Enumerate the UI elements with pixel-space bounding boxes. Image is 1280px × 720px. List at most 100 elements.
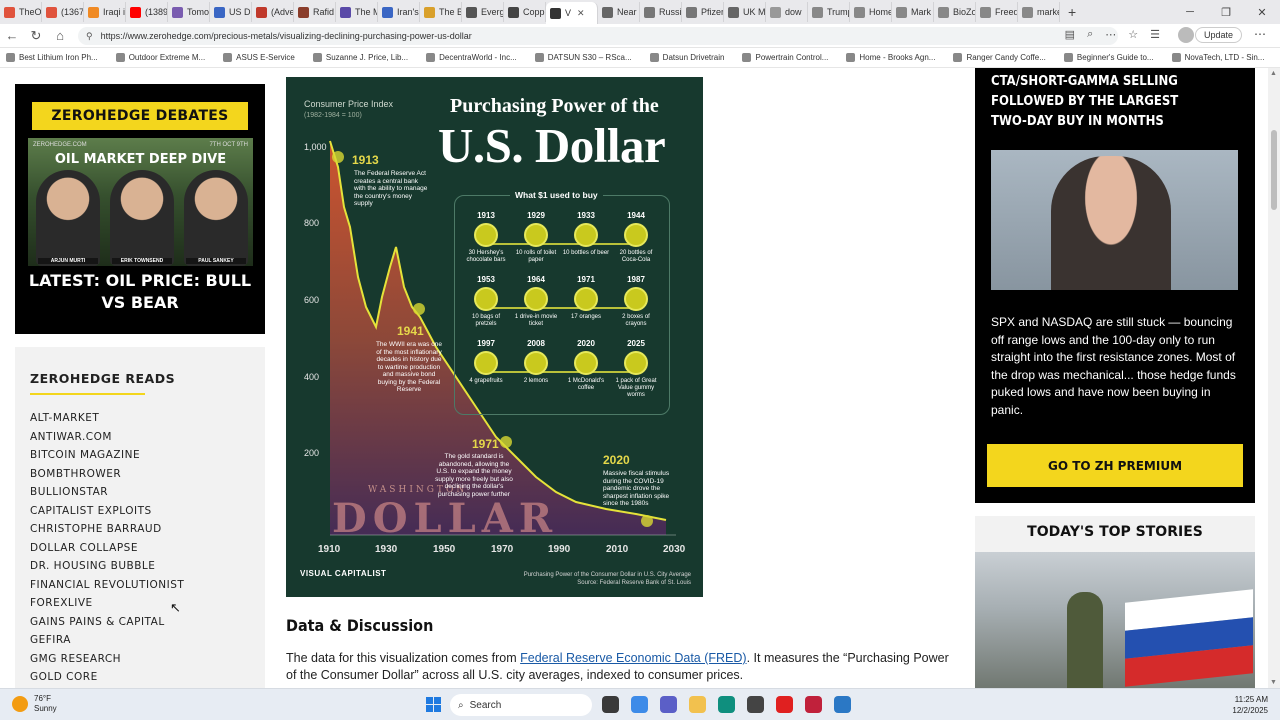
browser-tab[interactable]: TheO [0,2,42,22]
browser-tab[interactable]: marke [1018,2,1060,22]
close-window-icon[interactable]: ✕ [1244,6,1280,19]
bookmark-item[interactable]: Best Lithium Iron Ph... [6,53,98,62]
reads-link[interactable]: FINANCIAL REVOLUTIONIST [30,576,184,595]
browser-tab[interactable]: dow [766,2,808,22]
update-button[interactable]: Update [1194,27,1242,43]
reads-link[interactable]: GMG RESEARCH [30,650,184,669]
browser-tab[interactable]: The B [420,2,462,22]
debates-image[interactable]: ZEROHEDGE.COM 7TH OCT 9TH OIL MARKET DEE… [28,138,253,266]
reload-icon[interactable]: ↻ [24,28,48,44]
browser-tab[interactable]: Russi [640,2,682,22]
favorite-star-icon[interactable]: ☆ [1128,28,1138,41]
browser-tab[interactable]: The M [336,2,378,22]
fred-link[interactable]: Federal Reserve Economic Data (FRED) [520,651,746,665]
bookmark-item[interactable]: Outdoor Extreme M... [115,53,205,62]
extensions-icon[interactable]: ⋯ [1105,28,1116,41]
browser-tab[interactable]: UK M [724,2,766,22]
youtube-icon[interactable] [776,696,793,713]
browser-tab[interactable]: BioZo [934,2,976,22]
browser-tab[interactable]: Mark [892,2,934,22]
bookmark-item[interactable]: Ranger Candy Coffe... [953,53,1046,62]
store-icon[interactable] [747,696,764,713]
file-explorer-icon[interactable] [689,696,706,713]
copilot-icon[interactable] [631,696,648,713]
favorites-icon[interactable]: ☰ [1150,28,1160,41]
page-scrollbar[interactable]: ▲ ▼ [1268,68,1280,688]
app-icon[interactable] [834,696,851,713]
minimize-icon[interactable]: ─ [1172,6,1208,18]
bookmark-item[interactable]: ASUS E-Service [223,53,295,62]
reads-link[interactable]: ALT-MARKET [30,409,184,428]
taskbar-search[interactable]: ⌕ Search [450,694,592,716]
teams-icon[interactable] [660,696,677,713]
reads-link[interactable]: GOLD CORE [30,668,184,687]
reads-link[interactable]: GEFIRA [30,631,184,650]
bookmark-item[interactable]: Beginner's Guide to... [1063,53,1154,62]
restore-icon[interactable]: ❐ [1208,6,1244,19]
site-info-icon[interactable]: ⚲ [86,31,93,42]
browser-tab[interactable]: US D [210,2,252,22]
windows-start-icon[interactable] [426,697,441,712]
premium-headline[interactable]: CTA/SHORT-GAMMA SELLING FOLLOWED BY THE … [991,72,1216,132]
browser-tab[interactable]: Tomo [168,2,210,22]
reads-link[interactable]: BULLIONSTAR [30,483,184,502]
browser-tab[interactable]: (Adve [252,2,294,22]
address-bar[interactable]: ⚲ https://www.zerohedge.com/precious-met… [78,27,1118,45]
new-tab-icon[interactable]: + [1060,4,1084,20]
browser-tab[interactable]: V ✕ [546,2,598,24]
browser-tab[interactable]: Iran's [378,2,420,22]
tab-label: Russi [659,7,682,17]
profile-avatar[interactable] [1178,27,1194,43]
back-icon[interactable]: ← [0,28,24,43]
edge-icon[interactable] [718,696,735,713]
scroll-down-icon[interactable]: ▼ [1270,679,1277,686]
bookmark-icon [534,53,544,62]
browser-tab[interactable]: Freed [976,2,1018,22]
browser-tab[interactable]: Home [850,2,892,22]
reads-link[interactable]: CAPITALIST EXPLOITS [30,502,184,521]
reads-link[interactable]: ANTIWAR.COM [30,428,184,447]
browser-tab[interactable]: (1367 [42,2,84,22]
home-icon[interactable]: ⌂ [48,28,72,43]
top-story-image[interactable] [975,552,1255,688]
bookmark-item[interactable]: Suzanne J. Price, Lib... [312,53,408,62]
premium-image[interactable] [991,150,1238,290]
browser-tab[interactable]: Copp [504,2,546,22]
browser-tab[interactable]: (1389 [126,2,168,22]
reads-link[interactable]: DOLLAR COLLAPSE [30,539,184,558]
security-icon[interactable] [805,696,822,713]
browser-tab[interactable]: Iraqi i [84,2,126,22]
browser-tab[interactable]: Everg [462,2,504,22]
reads-link[interactable]: GAINS PAINS & CAPITAL [30,613,184,632]
bookmark-item[interactable]: Datsun Drivetrain [649,53,724,62]
reads-link[interactable]: BITCOIN MAGAZINE [30,446,184,465]
bookmark-item[interactable]: Powertrain Control... [742,53,828,62]
reads-link[interactable]: DR. HOUSING BUBBLE [30,557,184,576]
bookmark-item[interactable]: DecentraWorld - Inc... [426,53,517,62]
browser-tab[interactable]: Trump [808,2,850,22]
scroll-thumb[interactable] [1271,130,1277,210]
browser-tab[interactable]: Near [598,2,640,22]
browser-tab[interactable]: Pfizer [682,2,724,22]
purchase-item-icon [624,223,648,247]
browser-tab[interactable]: Rafid [294,2,336,22]
reads-link[interactable]: FOREXLIVE [30,594,184,613]
reads-link[interactable]: CHRISTOPHE BARRAUD [30,520,184,539]
debates-promo[interactable]: ZEROHEDGE DEBATES ZEROHEDGE.COM 7TH OCT … [15,84,265,334]
marker-1971 [500,436,512,448]
zoom-icon[interactable]: ⌕ [1087,28,1093,41]
go-to-premium-button[interactable]: GO TO ZH PREMIUM [987,444,1243,487]
reader-icon[interactable]: ▤ [1065,28,1075,41]
bookmark-item[interactable]: Home - Brooks Agn... [846,53,935,62]
task-view-icon[interactable] [602,696,619,713]
tab-label: Home [869,7,892,17]
more-icon[interactable]: ⋯ [1254,27,1266,41]
reads-link[interactable]: BOMBTHROWER [30,465,184,484]
scroll-up-icon[interactable]: ▲ [1270,70,1277,77]
bookmark-item[interactable]: NovaTech, LTD - Sin... [1171,53,1264,62]
system-clock[interactable]: 11:25 AM 12/2/2025 [1232,694,1268,716]
close-tab-icon[interactable]: ✕ [577,8,585,19]
weather-widget[interactable]: 76°F Sunny [12,694,57,714]
debates-caption[interactable]: LATEST: OIL PRICE: BULL VS BEAR [25,270,255,314]
bookmark-item[interactable]: DATSUN S30 – RSca... [534,53,632,62]
